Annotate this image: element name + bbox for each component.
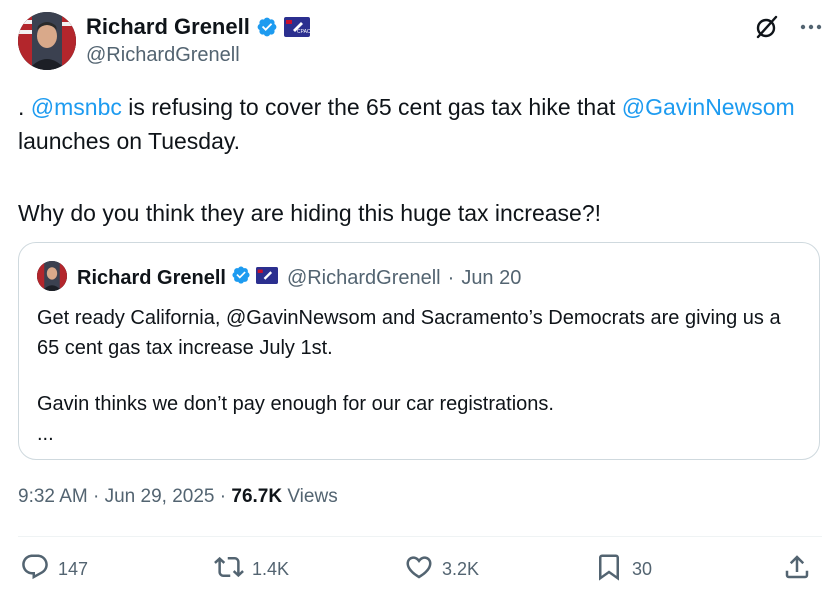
repost-button[interactable]: 1.4K (214, 552, 289, 587)
views-count: 76.7K (231, 486, 283, 507)
tweet-text: . @msnbc is refusing to cover the 65 cen… (18, 90, 828, 158)
repost-icon (214, 552, 244, 587)
meta-separator: · (87, 486, 105, 507)
reply-count: 147 (58, 559, 89, 579)
quote-header: Richard Grenell @RichardGrenell · Jun 20 (77, 265, 521, 291)
grok-icon[interactable] (754, 14, 780, 40)
like-button[interactable]: 3.2K (404, 552, 479, 587)
author-handle[interactable]: @RichardGrenell (86, 44, 240, 67)
reply-button[interactable]: 147 (20, 552, 88, 587)
tweet-text-segment: is refusing to cover the 65 cent gas tax… (121, 94, 622, 120)
mention-link[interactable]: @msnbc (31, 94, 122, 120)
like-icon (404, 552, 434, 587)
quote-verified-icon (231, 265, 251, 291)
reply-icon (20, 552, 50, 587)
divider (18, 536, 822, 537)
quote-avatar[interactable] (37, 261, 67, 291)
quote-ellipsis: ... (37, 423, 54, 445)
share-button[interactable] (782, 552, 812, 587)
org-badge-icon[interactable]: CPAC (283, 17, 311, 37)
tweet-header: Richard Grenell CPAC @RichardGrenell (18, 8, 828, 70)
quote-author-name: Richard Grenell (77, 266, 226, 289)
bookmark-count: 30 (632, 559, 653, 579)
repost-count: 1.4K (252, 559, 290, 579)
quote-paragraph-2: Gavin thinks we don’t pay enough for our… (37, 393, 554, 415)
bookmark-button[interactable]: 30 (594, 552, 652, 587)
quote-date: Jun 20 (461, 266, 522, 289)
quote-author-handle: @RichardGrenell (286, 266, 441, 289)
tweet-meta: 9:32 AM · Jun 29, 2025 · 76.7K Views (18, 486, 338, 508)
quote-separator: · (447, 266, 455, 289)
svg-text:CPAC: CPAC (297, 29, 310, 35)
action-bar: 147 1.4K 3.2K 30 (18, 552, 822, 592)
like-count: 3.2K (442, 559, 480, 579)
author-name[interactable]: Richard Grenell (86, 14, 250, 40)
tweet-text-segment: . (18, 94, 31, 120)
quoted-tweet[interactable]: Richard Grenell @RichardGrenell · Jun 20… (18, 242, 820, 460)
bookmark-icon (594, 552, 624, 587)
mention-link[interactable]: @GavinNewsom (622, 94, 795, 120)
verified-icon (256, 16, 278, 38)
tweet-time[interactable]: 9:32 AM (18, 486, 88, 507)
views-label: Views (282, 486, 338, 507)
more-icon[interactable] (798, 16, 824, 38)
avatar[interactable] (18, 12, 76, 70)
quote-paragraph-1: Get ready California, @GavinNewsom and S… (37, 307, 781, 359)
tweet-text-segment: launches on Tuesday. (18, 128, 241, 154)
tweet-second-paragraph: Why do you think they are hiding this hu… (18, 200, 602, 226)
quote-body: Get ready California, @GavinNewsom and S… (37, 303, 807, 449)
tweet-date[interactable]: Jun 29, 2025 (105, 486, 215, 507)
author-name-row: Richard Grenell CPAC (86, 14, 311, 40)
quote-org-badge-icon (255, 266, 278, 290)
share-icon (782, 552, 812, 587)
meta-separator: · (214, 486, 232, 507)
